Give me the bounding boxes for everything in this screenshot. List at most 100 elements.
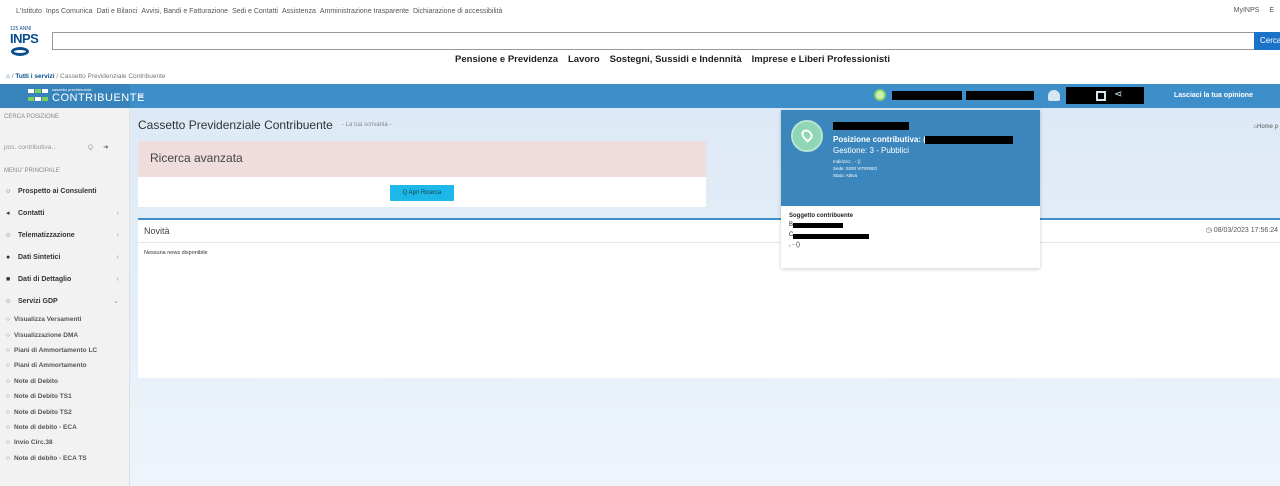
share-icon[interactable]: ⋖: [1114, 89, 1122, 100]
language-link[interactable]: E: [1269, 7, 1274, 14]
sidebar-item-contatti[interactable]: ◂ Contatti ‹: [0, 202, 129, 224]
sidebar-subitem[interactable]: ○ Note di Debito TS2: [0, 404, 129, 419]
subject-row-b: B: [789, 222, 1040, 229]
circle-icon: ○: [6, 231, 11, 239]
sidebar-subitem[interactable]: ○ Invio Circ.38: [0, 435, 129, 450]
news-timestamp: ◷ 08/03/2023 17:56:24: [1205, 227, 1278, 234]
top-link[interactable]: L'Istituto: [16, 8, 42, 15]
nav-pensione[interactable]: Pensione e Previdenza: [455, 54, 558, 70]
circle-icon: ○: [6, 408, 10, 416]
sidebar-item-dati-sintetici[interactable]: ● Dati Sintetici ‹: [0, 246, 129, 268]
top-link[interactable]: Dichiarazione di accessibilità: [413, 8, 503, 15]
redacted-company-name: [833, 122, 909, 130]
circle-icon: ○: [6, 187, 11, 195]
breadcrumb-all-services[interactable]: Tutti i servizi: [15, 73, 54, 80]
advanced-search-title: Ricerca avanzata: [138, 141, 706, 177]
nav-sostegni[interactable]: Sostegni, Sussidi e Indennità: [610, 54, 742, 70]
sidebar-item-label: Dati Sintetici: [18, 253, 61, 261]
top-link[interactable]: Sedi e Contatti: [232, 8, 278, 15]
sidebar-subitem[interactable]: ○ Note di debito - ECA TS: [0, 451, 129, 466]
top-link[interactable]: Avvisi, Bandi e Fatturazione: [141, 8, 228, 15]
popup-body: Soggetto contribuente B C , - (): [781, 206, 1040, 249]
user-icon[interactable]: [1048, 90, 1060, 101]
news-panel: Novità ◷ 08/03/2023 17:56:24 Nessuna new…: [138, 218, 1280, 378]
popup-info: Indirizzo: , - () Sede: 9200 VITERBO Sta…: [833, 158, 877, 179]
sidebar-item-dati-dettaglio[interactable]: ■ Dati di Dettaglio ‹: [0, 268, 129, 290]
sidebar-item-servizi-gdp[interactable]: ○ Servizi GDP ⌄: [0, 290, 129, 312]
popup-office: Sede: 9200 VITERBO: [833, 166, 878, 171]
location-pin-icon: [791, 120, 823, 152]
sidebar-item-label: Servizi GDP: [18, 297, 58, 305]
top-link[interactable]: Assistenza: [282, 8, 316, 15]
chevron-left-icon: ‹: [116, 231, 119, 239]
sidebar-subitem-label: Visualizza Versamenti: [13, 316, 82, 324]
sidebar-subitem-label: Note di Debito TS2: [13, 408, 72, 416]
circle-icon: ○: [6, 393, 10, 401]
sidebar-item-telematizzazione[interactable]: ○ Telematizzazione ‹: [0, 224, 129, 246]
open-search-button[interactable]: Q Apri Ricerca: [390, 185, 454, 201]
circle-icon: ○: [6, 297, 11, 305]
sidebar-item-prospetto[interactable]: ○ Prospetto ai Consulenti: [0, 180, 129, 202]
position-search-input[interactable]: pos. contributiva...: [4, 144, 84, 151]
redacted-position: [892, 91, 962, 100]
page-subtitle: - La tua scrivania -: [342, 122, 392, 128]
sidebar-search-label: CERCA POSIZIONE: [4, 114, 60, 120]
top-navigation: L'Istituto Inps Comunica Dati e Bilanci …: [0, 0, 1280, 22]
circle-icon: ○: [6, 346, 10, 354]
sidebar-subitem-label: Note di debito - ECA: [13, 423, 77, 431]
chevron-left-icon: ‹: [116, 253, 119, 261]
menu-toggle-icon[interactable]: ≡: [138, 91, 144, 102]
news-title: Novità: [144, 226, 170, 236]
sidebar-subitem-label: Visualizzazione DMA: [13, 331, 79, 339]
sidebar: CERCA POSIZIONE pos. contributiva... Q ➜…: [0, 108, 130, 486]
site-search-input[interactable]: [52, 32, 1256, 50]
news-empty-message: Nessuna news disponibile: [144, 250, 208, 256]
top-right-links: MyINPS E: [1234, 7, 1274, 14]
sidebar-subitem[interactable]: ○ Visualizza Versamenti: [0, 312, 129, 327]
redacted-subject-name: [793, 223, 843, 228]
sidebar-subitem[interactable]: ○ Note di debito - ECA: [0, 420, 129, 435]
chevron-left-icon: ‹: [116, 209, 119, 217]
subject-title: Soggetto contribuente: [789, 213, 853, 219]
position-search[interactable]: pos. contributiva... Q ➜: [4, 138, 126, 156]
myinps-link[interactable]: MyINPS: [1234, 7, 1260, 14]
chart-icon: ●: [6, 253, 11, 261]
sidebar-subitem-label: Piani di Ammortamento: [13, 362, 87, 370]
top-link[interactable]: Amministrazione trasparente: [320, 8, 409, 15]
qr-code-icon[interactable]: [1096, 91, 1106, 101]
location-pin-icon[interactable]: [874, 89, 886, 101]
popup-header: Posizione contributiva: ( Gestione: 3 - …: [781, 110, 1040, 206]
home-link[interactable]: ⌂Home p: [1253, 124, 1278, 130]
popup-status: Stato: Attiva: [833, 173, 858, 178]
circle-icon: ○: [6, 316, 10, 324]
sidebar-subitem[interactable]: ○ Piani di Ammortamento LC: [0, 343, 129, 358]
redacted-position-number: [925, 136, 1013, 144]
popup-gestione: Gestione: 3 - Pubblici: [833, 146, 910, 155]
feedback-link[interactable]: Lasciaci la tua opinione: [1174, 92, 1253, 99]
breadcrumb: ⌂ / Tutti i servizi / Cassetto Previdenz…: [6, 73, 166, 80]
popup-address: Indirizzo: , - (): [833, 159, 861, 164]
circle-icon: ○: [6, 377, 10, 385]
nav-imprese[interactable]: Imprese e Liberi Professionisti: [752, 54, 890, 70]
nav-lavoro[interactable]: Lavoro: [568, 54, 600, 70]
circle-icon: ○: [6, 454, 10, 462]
brand-title: CONTRIBUENTE: [52, 92, 145, 104]
sidebar-subitem-label: Note di Debito: [13, 377, 58, 385]
top-link[interactable]: Dati e Bilanci: [97, 8, 138, 15]
app-header-bar: cassetto previdenziale CONTRIBUENTE ≡ ⋖ …: [0, 84, 1280, 108]
sidebar-subitem[interactable]: ○ Note di Debito TS1: [0, 389, 129, 404]
sidebar-subitem[interactable]: ○ Note di Debito: [0, 374, 129, 389]
site-search-button[interactable]: Cerca: [1254, 32, 1280, 50]
sidebar-subitem[interactable]: ○ Piani di Ammortamento: [0, 358, 129, 373]
divider: [138, 242, 1280, 243]
breadcrumb-current: Cassetto Previdenziale Contribuente: [60, 73, 166, 80]
subject-row-c: C: [789, 232, 1040, 239]
main-content: Cassetto Previdenziale Contribuente - La…: [130, 108, 1280, 486]
app-brand[interactable]: cassetto previdenziale CONTRIBUENTE: [0, 84, 144, 108]
search-icon[interactable]: Q: [88, 144, 93, 151]
redacted-subject-code: [793, 234, 869, 239]
sidebar-subitem[interactable]: ○ Visualizzazione DMA: [0, 327, 129, 342]
chevron-down-icon: ⌄: [113, 298, 119, 305]
top-link[interactable]: Inps Comunica: [46, 8, 93, 15]
arrow-right-icon[interactable]: ➜: [103, 143, 108, 151]
